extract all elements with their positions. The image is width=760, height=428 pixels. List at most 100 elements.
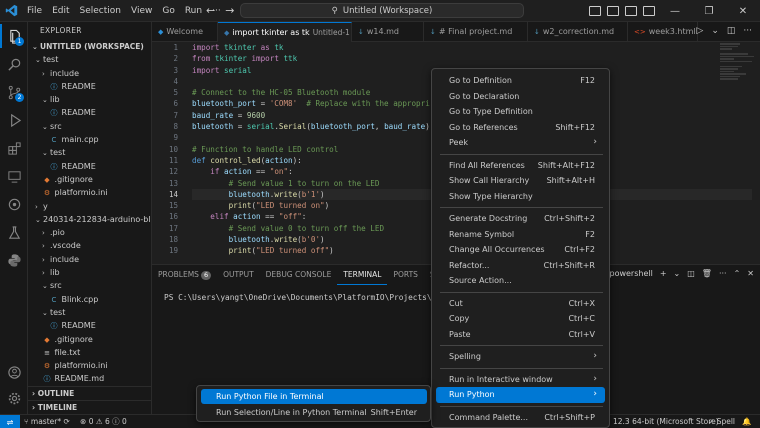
testing-icon[interactable] [0, 220, 28, 244]
tree-folder[interactable]: › .vscode [28, 239, 151, 252]
toggle-sidebar-icon[interactable] [589, 6, 601, 16]
tree-folder[interactable]: ⌄ src [28, 120, 151, 133]
menu-run[interactable]: Run [180, 6, 207, 16]
remote-indicator-icon[interactable]: ⇌ [0, 415, 20, 428]
tree-folder[interactable]: › include [28, 253, 151, 266]
notifications-bell-icon[interactable]: 🔔 [742, 415, 751, 428]
menu-item-cut[interactable]: Cut Ctrl+X [436, 296, 605, 312]
maximize-panel-icon[interactable]: ⌃ [734, 269, 741, 278]
terminal-shell-name[interactable]: powershell [609, 269, 652, 278]
tree-file[interactable]: C main.cpp [28, 133, 151, 146]
menu-view[interactable]: View [126, 6, 157, 16]
menu-item-go-to-declaration[interactable]: Go to Declaration [436, 89, 605, 105]
panel-tab-output[interactable]: OUTPUT [217, 265, 260, 285]
outline-section[interactable]: › OUTLINE [28, 386, 151, 399]
tree-folder[interactable]: › y [28, 200, 151, 213]
tree-file[interactable]: ⚙ platformio.ini [28, 359, 151, 372]
tab-w2-correction-md[interactable]: ↓ w2_correction.md [528, 22, 628, 42]
tab-import-tkinter-as-tk[interactable]: ◆import tkinter as tkUntitled-1 ● [218, 22, 352, 42]
tree-file[interactable]: ⓘ README [28, 160, 151, 173]
kill-terminal-icon[interactable]: 🗑 [702, 269, 712, 278]
menu-item-spelling[interactable]: Spelling › [436, 349, 605, 365]
tree-file[interactable]: ⓘ README.md [28, 372, 151, 385]
code-line[interactable]: from tkinter import ttk [192, 53, 752, 64]
tree-file[interactable]: ⓘ README [28, 80, 151, 93]
menu-item-go-to-definition[interactable]: Go to Definition F12 [436, 73, 605, 89]
explorer-icon[interactable]: 1 [0, 24, 28, 48]
submenu-item-run-python-file-in-terminal[interactable]: Run Python File in Terminal [201, 389, 427, 404]
account-icon[interactable] [0, 360, 28, 384]
tree-folder[interactable]: ⌄ test [28, 146, 151, 159]
menu-item-peek[interactable]: Peek › [436, 135, 605, 151]
tree-file[interactable]: C Blink.cpp [28, 293, 151, 306]
minimap[interactable] [716, 42, 760, 264]
tree-file[interactable]: ≡ file.txt [28, 346, 151, 359]
problems-indicator[interactable]: ⊗ 0 ⚠ 6 ⓘ 0 [80, 415, 127, 428]
maximize-button[interactable]: ❐ [692, 0, 726, 22]
command-center[interactable]: ⚲ Untitled (Workspace) [240, 3, 524, 18]
run-debug-icon[interactable] [0, 108, 28, 132]
tree-file[interactable]: ◆ .gitignore [28, 333, 151, 346]
menu-item-paste[interactable]: Paste Ctrl+V [436, 327, 605, 343]
platformio-icon[interactable] [0, 192, 28, 216]
toggle-panel-icon[interactable] [607, 6, 619, 16]
run-python-file-icon[interactable]: ▷ [696, 26, 703, 36]
submenu-item-run-selection-line-in-python-terminal[interactable]: Run Selection/Line in Python Terminal Shi… [201, 405, 427, 420]
tree-folder[interactable]: ⌄ lib [28, 93, 151, 106]
menu-item-find-all-references[interactable]: Find All References Shift+Alt+F12 [436, 158, 605, 174]
tab-w14-md[interactable]: ↓ w14.md [352, 22, 424, 42]
panel-tab-debug-console[interactable]: DEBUG CONSOLE [260, 265, 338, 285]
timeline-section[interactable]: › TIMELINE [28, 400, 151, 413]
workspace-header[interactable]: ⌄ UNTITLED (WORKSPACE) [28, 40, 151, 53]
menu-item-refactor[interactable]: Refactor... Ctrl+Shift+R [436, 258, 605, 274]
search-icon[interactable] [0, 52, 28, 76]
tree-file[interactable]: ⓘ README [28, 106, 151, 119]
source-control-icon[interactable]: 2 [0, 80, 28, 104]
menu-item-show-type-hierarchy[interactable]: Show Type Hierarchy [436, 189, 605, 205]
minimize-button[interactable]: — [658, 0, 692, 22]
menu-item-show-call-hierarchy[interactable]: Show Call Hierarchy Shift+Alt+H [436, 173, 605, 189]
tree-folder[interactable]: ⌄ test [28, 306, 151, 319]
tree-folder[interactable]: ⌄ test [28, 53, 151, 66]
tree-folder[interactable]: ⌄ 240314-212834-arduino-blink [28, 213, 151, 226]
menu-item-go-to-type-definition[interactable]: Go to Type Definition [436, 104, 605, 120]
split-terminal-icon[interactable]: ◫ [687, 269, 695, 278]
python-icon[interactable] [0, 248, 28, 272]
back-arrow-icon[interactable]: ← [206, 4, 215, 17]
spell-checker[interactable]: ✓ Spell [708, 415, 735, 428]
menu-file[interactable]: File [22, 6, 47, 16]
extensions-icon[interactable] [0, 136, 28, 160]
new-terminal-icon[interactable]: + [660, 269, 667, 278]
tree-folder[interactable]: › .pio [28, 226, 151, 239]
terminal-prompt[interactable]: PS C:\Users\yangt\OneDrive\Documents\Pla… [164, 293, 450, 302]
toggle-secondary-sidebar-icon[interactable] [625, 6, 637, 16]
more-actions-icon[interactable]: ··· [719, 269, 727, 278]
branch-indicator[interactable]: ⑂ master* ⟳ [24, 415, 70, 428]
tree-folder[interactable]: ⌄ src [28, 279, 151, 292]
menu-item-run-python[interactable]: Run Python › [436, 387, 605, 403]
tree-file[interactable]: ⓘ README [28, 319, 151, 332]
remote-explorer-icon[interactable] [0, 164, 28, 188]
close-panel-icon[interactable]: ✕ [747, 269, 754, 278]
tree-folder[interactable]: › include [28, 67, 151, 80]
tab-week3-html[interactable]: <> week3.html [628, 22, 698, 42]
tab-welcome[interactable]: ◆ Welcome [152, 22, 218, 42]
tree-folder[interactable]: › lib [28, 266, 151, 279]
manage-gear-icon[interactable] [0, 386, 28, 410]
chevron-down-icon[interactable]: ⌄ [711, 26, 719, 36]
menu-item-generate-docstring[interactable]: Generate Docstring Ctrl+Shift+2 [436, 211, 605, 227]
tree-file[interactable]: ◆ .gitignore [28, 173, 151, 186]
menu-item-command-palette[interactable]: Command Palette... Ctrl+Shift+P [436, 410, 605, 426]
menu-go[interactable]: Go [157, 6, 179, 16]
menu-item-run-in-interactive-window[interactable]: Run in Interactive window › [436, 372, 605, 388]
forward-arrow-icon[interactable]: → [225, 4, 234, 17]
python-interpreter[interactable]: 12.3 64-bit (Microsoft Store) [613, 415, 719, 428]
more-actions-icon[interactable]: ··· [743, 26, 752, 36]
tree-file[interactable]: ⚙ platformio.ini [28, 186, 151, 199]
menu-item-copy[interactable]: Copy Ctrl+C [436, 311, 605, 327]
sync-icon[interactable]: ⟳ [63, 417, 69, 426]
panel-tab-ports[interactable]: PORTS [387, 265, 423, 285]
close-window-button[interactable]: ✕ [726, 0, 760, 22]
split-editor-icon[interactable]: ◫ [727, 26, 736, 36]
menu-item-change-all-occurrences[interactable]: Change All Occurrences Ctrl+F2 [436, 242, 605, 258]
